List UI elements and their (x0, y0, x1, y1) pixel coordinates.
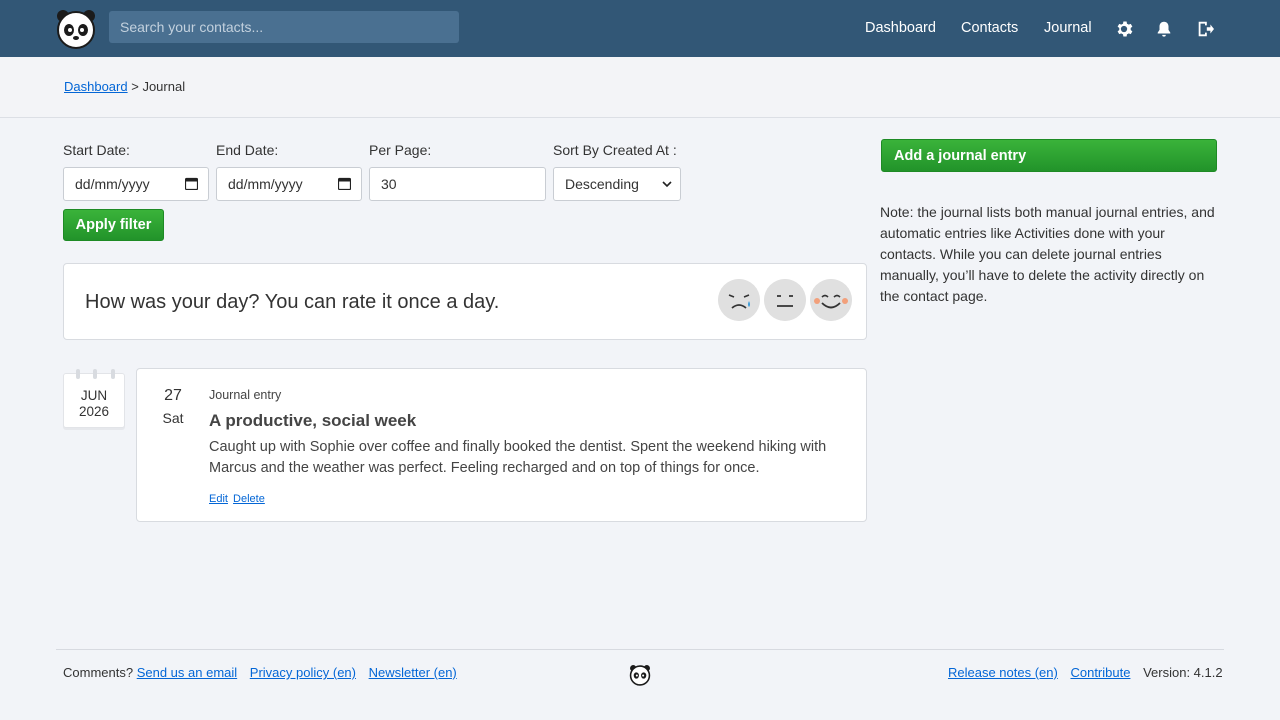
apply-filter-button[interactable]: Apply filter (63, 209, 164, 241)
email-link[interactable]: Send us an email (137, 665, 237, 680)
footer-right: Release notes (en) Contribute Version: 4… (948, 665, 1223, 680)
start-date-label: Start Date: (63, 142, 130, 158)
breadcrumb: Dashboard > Journal (64, 79, 185, 94)
per-page-label: Per Page: (369, 142, 432, 158)
neutral-face-icon[interactable] (764, 279, 806, 321)
calendar-ring (111, 369, 115, 379)
nav-contacts[interactable]: Contacts (961, 20, 1018, 36)
gear-icon[interactable] (1115, 20, 1133, 38)
happy-face-icon[interactable] (810, 279, 852, 321)
sort-value: Descending (565, 176, 639, 192)
top-navbar: Dashboard Contacts Journal (0, 0, 1280, 57)
nav-dashboard[interactable]: Dashboard (865, 20, 936, 36)
calendar-icon[interactable] (338, 177, 351, 190)
day-rating-prompt: How was your day? You can rate it once a… (85, 291, 500, 313)
panda-logo-icon (629, 665, 651, 686)
journal-entry-card: 27 Sat Journal entry A productive, socia… (136, 368, 867, 522)
calendar-ring (93, 369, 97, 379)
entry-year: 2026 (78, 404, 110, 419)
nav-journal[interactable]: Journal (1044, 20, 1092, 36)
day-rating-card: How was your day? You can rate it once a… (63, 263, 867, 340)
entry-title: A productive, social week (209, 411, 417, 430)
breadcrumb-dashboard-link[interactable]: Dashboard (64, 79, 128, 94)
end-date-value: dd/mm/yyyy (228, 176, 303, 192)
start-date-value: dd/mm/yyyy (75, 176, 150, 192)
bell-icon[interactable] (1155, 20, 1173, 38)
breadcrumb-bar: Dashboard > Journal (0, 57, 1280, 118)
add-journal-entry-button[interactable]: Add a journal entry (881, 139, 1217, 172)
delete-entry-link[interactable]: Delete (233, 493, 265, 505)
entry-body: Caught up with Sophie over coffee and fi… (209, 439, 827, 476)
chevron-down-icon (662, 181, 672, 188)
release-notes-link[interactable]: Release notes (en) (948, 665, 1058, 680)
end-date-label: End Date: (216, 142, 279, 158)
privacy-link[interactable]: Privacy policy (en) (250, 665, 356, 680)
entry-type: Journal entry (209, 388, 282, 402)
calendar-icon[interactable] (185, 177, 198, 190)
entry-day: 27 (164, 387, 182, 404)
panda-logo-icon[interactable] (55, 8, 97, 50)
contribute-link[interactable]: Contribute (1070, 665, 1130, 680)
start-date-input[interactable]: dd/mm/yyyy (63, 167, 209, 201)
breadcrumb-current: Journal (142, 79, 186, 94)
newsletter-link[interactable]: Newsletter (en) (369, 665, 457, 680)
entry-actions: Edit Delete (209, 493, 267, 505)
edit-entry-link[interactable]: Edit (209, 493, 228, 505)
per-page-input[interactable]: 30 (369, 167, 546, 201)
entry-month: JUN (80, 388, 108, 403)
comments-label: Comments? (63, 665, 134, 680)
search-input[interactable] (109, 11, 459, 43)
journal-note: Note: the journal lists both manual jour… (880, 204, 1215, 304)
calendar-ring (76, 369, 80, 379)
entry-weekday: Sat (162, 410, 184, 426)
sort-label: Sort By Created At : (553, 142, 677, 158)
logout-icon[interactable] (1196, 20, 1214, 38)
version-label: Version: 4.1.2 (1143, 665, 1223, 680)
footer-left: Comments? Send us an email Privacy polic… (63, 665, 457, 680)
sort-select[interactable]: Descending (553, 167, 681, 201)
per-page-value: 30 (381, 176, 397, 192)
breadcrumb-separator: > (131, 79, 139, 94)
entry-date-calendar: JUN 2026 (63, 369, 125, 428)
end-date-input[interactable]: dd/mm/yyyy (216, 167, 362, 201)
sad-face-icon[interactable] (718, 279, 760, 321)
footer-divider (56, 649, 1224, 650)
